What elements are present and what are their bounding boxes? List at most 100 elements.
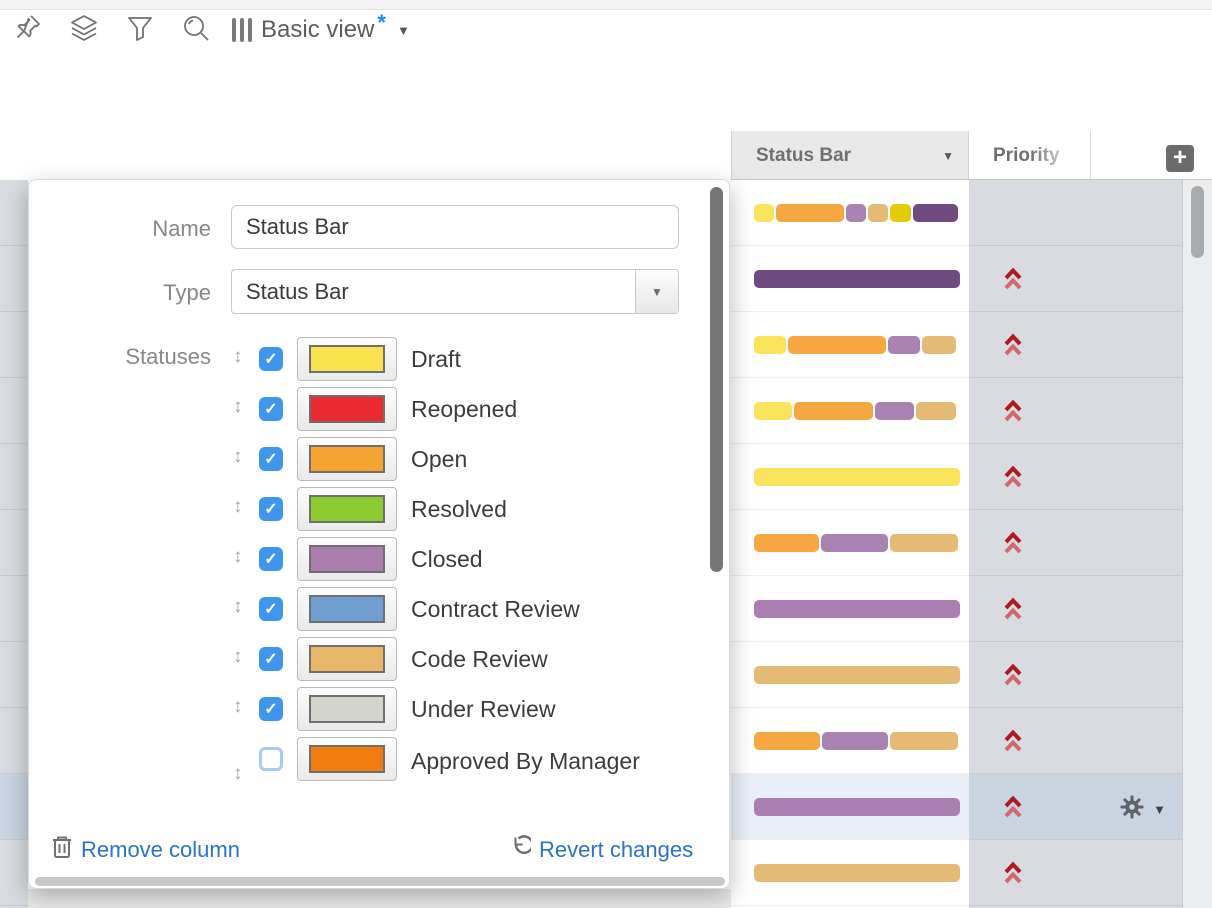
status-color-swatch[interactable] xyxy=(297,537,397,581)
drag-handle-icon[interactable]: ↕ xyxy=(233,546,243,568)
table-row-edge[interactable] xyxy=(0,510,28,576)
drag-handle-icon[interactable]: ↕ xyxy=(233,763,243,785)
status-checkbox[interactable]: ✓ xyxy=(259,347,283,371)
table-row-edge[interactable] xyxy=(0,444,28,510)
status-checkbox[interactable]: ✓ xyxy=(259,697,283,721)
table-row-edge[interactable] xyxy=(0,246,28,312)
type-select[interactable]: Status Bar ▼ xyxy=(231,269,679,314)
priority-highest-icon xyxy=(1003,464,1023,496)
status-bar-cell[interactable] xyxy=(731,840,969,906)
priority-cell[interactable] xyxy=(970,576,1182,642)
view-selector-button[interactable]: Basic view * ▼ xyxy=(232,16,410,44)
status-bar-cell[interactable] xyxy=(731,312,969,378)
status-color-swatch[interactable] xyxy=(297,437,397,481)
priority-highest-icon xyxy=(1003,728,1023,760)
drag-handle-icon[interactable]: ↕ xyxy=(233,346,243,368)
status-color-swatch[interactable] xyxy=(297,337,397,381)
table-row-edge[interactable] xyxy=(0,378,28,444)
check-icon: ✓ xyxy=(264,399,277,419)
status-bar-cell[interactable] xyxy=(731,510,969,576)
status-bar-cell[interactable] xyxy=(731,378,969,444)
status-segment-dark_purple xyxy=(913,204,958,222)
status-list-item: ↕ ✓ Code Review xyxy=(29,635,729,685)
status-checkbox[interactable]: ✓ xyxy=(259,447,283,471)
revert-changes-button[interactable]: Revert changes xyxy=(507,835,693,864)
column-header-status-bar[interactable]: Status Bar ▼ xyxy=(731,131,969,180)
status-checkbox[interactable]: ✓ xyxy=(259,647,283,671)
status-checkbox[interactable]: ✓ xyxy=(259,497,283,521)
filter-button[interactable] xyxy=(112,7,168,53)
vertical-scrollbar-track[interactable] xyxy=(1182,180,1212,908)
status-segment-orange xyxy=(754,732,820,750)
drag-handle-icon[interactable]: ↕ xyxy=(233,446,243,468)
status-checkbox[interactable]: ✓ xyxy=(259,747,283,771)
status-bar-cell[interactable] xyxy=(731,642,969,708)
type-dropdown-button[interactable]: ▼ xyxy=(635,270,678,313)
drag-handle-icon[interactable]: ↕ xyxy=(233,696,243,718)
status-segment-tan xyxy=(754,864,960,882)
status-bar-cell[interactable] xyxy=(731,246,969,312)
table-row-edge[interactable] xyxy=(0,708,28,774)
status-checkbox[interactable]: ✓ xyxy=(259,547,283,571)
priority-cell[interactable] xyxy=(970,510,1182,576)
vertical-scrollbar-thumb[interactable] xyxy=(1191,186,1204,258)
name-input[interactable] xyxy=(231,205,679,249)
priority-cell[interactable] xyxy=(970,246,1182,312)
status-color-swatch[interactable] xyxy=(297,687,397,731)
priority-cell[interactable] xyxy=(970,378,1182,444)
status-color-swatch[interactable] xyxy=(297,737,397,781)
priority-cell[interactable] xyxy=(970,180,1182,246)
status-bar-cell[interactable] xyxy=(731,180,969,246)
remove-column-button[interactable]: Remove column xyxy=(51,835,240,864)
status-color xyxy=(309,495,385,523)
drag-handle-icon[interactable]: ↕ xyxy=(233,496,243,518)
priority-cell[interactable]: ▼ xyxy=(970,774,1182,840)
column-settings-panel: Name Type Status Bar ▼ Statuses ↕ ✓ Draf… xyxy=(28,179,730,889)
status-segment-tan xyxy=(916,402,956,420)
panel-scrollbar-thumb[interactable] xyxy=(710,187,723,572)
priority-cell[interactable] xyxy=(970,312,1182,378)
column-header-priority[interactable]: Priority xyxy=(969,131,1091,180)
columns-icon xyxy=(232,18,252,42)
status-bar-cell[interactable] xyxy=(731,774,969,840)
status-checkbox[interactable]: ✓ xyxy=(259,397,283,421)
status-list-item: ↕ ✓ Under Review xyxy=(29,685,729,735)
status-segment-purple xyxy=(754,600,960,618)
status-color-swatch[interactable] xyxy=(297,637,397,681)
gear-icon xyxy=(1119,794,1145,825)
layers-button[interactable] xyxy=(56,7,112,53)
priority-cell[interactable] xyxy=(970,840,1182,906)
search-button[interactable] xyxy=(168,7,224,53)
status-color-swatch[interactable] xyxy=(297,387,397,431)
table-row-edge[interactable] xyxy=(0,840,28,906)
row-settings-button[interactable]: ▼ xyxy=(1119,794,1166,825)
table-row-edge[interactable] xyxy=(0,312,28,378)
status-bar xyxy=(754,600,960,618)
table-row-edge[interactable] xyxy=(0,576,28,642)
priority-cell[interactable] xyxy=(970,444,1182,510)
priority-cell[interactable] xyxy=(970,642,1182,708)
status-segment-orange xyxy=(776,204,844,222)
status-segment-light_purple xyxy=(846,204,866,222)
table-row-edge[interactable] xyxy=(0,180,28,246)
row-edge-strip xyxy=(0,180,28,908)
search-icon xyxy=(181,13,211,48)
status-bar-cell[interactable] xyxy=(731,444,969,510)
table-row-edge[interactable] xyxy=(0,774,28,840)
type-field-label: Type xyxy=(29,280,211,306)
status-bar-cell[interactable] xyxy=(731,708,969,774)
add-column-button[interactable]: + xyxy=(1166,145,1194,172)
pin-button[interactable] xyxy=(0,7,56,53)
status-color-swatch[interactable] xyxy=(297,587,397,631)
status-bar xyxy=(754,732,958,750)
panel-horizontal-scrollbar-thumb[interactable] xyxy=(35,877,725,886)
panel-footer: Remove column Revert changes xyxy=(29,835,729,871)
status-bar-cell[interactable] xyxy=(731,576,969,642)
status-checkbox[interactable]: ✓ xyxy=(259,597,283,621)
status-color-swatch[interactable] xyxy=(297,487,397,531)
drag-handle-icon[interactable]: ↕ xyxy=(233,596,243,618)
drag-handle-icon[interactable]: ↕ xyxy=(233,396,243,418)
priority-cell[interactable] xyxy=(970,708,1182,774)
drag-handle-icon[interactable]: ↕ xyxy=(233,646,243,668)
table-row-edge[interactable] xyxy=(0,642,28,708)
